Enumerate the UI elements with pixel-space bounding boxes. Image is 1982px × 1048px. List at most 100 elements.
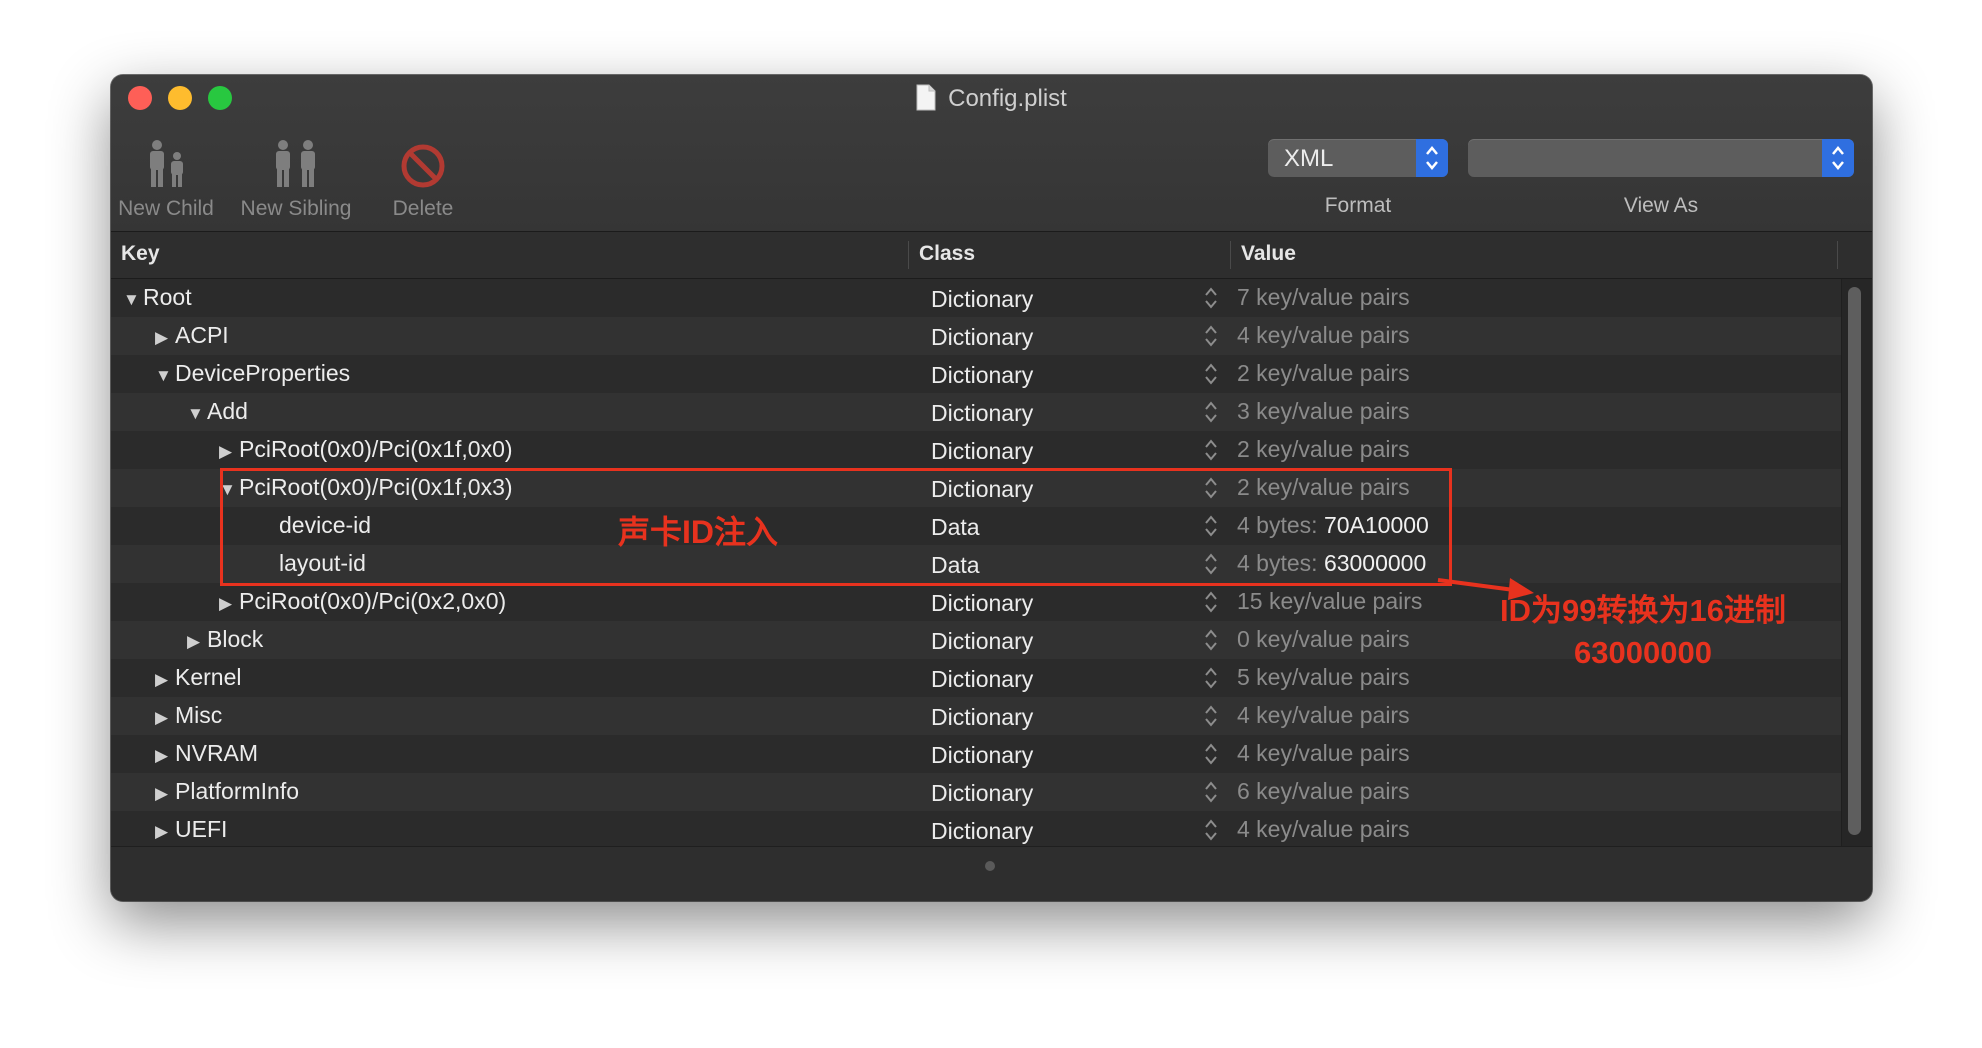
disclosure-triangle-icon[interactable]: ▶ xyxy=(155,746,175,766)
class-stepper-icon[interactable] xyxy=(1204,703,1218,729)
row-value[interactable]: 0 key/value pairs xyxy=(1237,626,1410,653)
view-as-select[interactable] xyxy=(1468,139,1854,177)
delete-button[interactable]: Delete xyxy=(373,127,473,221)
row-key: ▶ PciRoot(0x0)/Pci(0x1f,0x0) xyxy=(219,436,513,462)
table-row[interactable]: ▶ PciRoot(0x0)/Pci(0x1f,0x0) Dictionary 2… xyxy=(111,431,1841,469)
new-sibling-icon xyxy=(276,140,315,187)
vertical-scrollbar-thumb[interactable] xyxy=(1848,287,1861,835)
column-divider[interactable] xyxy=(1230,241,1231,269)
row-key: ▶ PciRoot(0x0)/Pci(0x2,0x0) xyxy=(219,588,507,614)
table-row[interactable]: ▼ DeviceProperties Dictionary 2 key/value… xyxy=(111,355,1841,393)
table-row[interactable]: ▶ Misc Dictionary 4 key/value pairs xyxy=(111,697,1841,735)
annotation-hex-line-1: ID为99转换为16进制 xyxy=(1500,593,1786,628)
row-value[interactable]: 7 key/value pairs xyxy=(1237,284,1410,311)
class-stepper-icon[interactable] xyxy=(1204,589,1218,615)
row-value[interactable]: 2 key/value pairs xyxy=(1237,436,1410,463)
row-key: ▶ UEFI xyxy=(155,816,228,842)
disclosure-triangle-icon[interactable]: ▶ xyxy=(187,632,207,652)
table-row[interactable]: ▼ Root Dictionary 7 key/value pairs xyxy=(111,279,1841,317)
disclosure-triangle-icon[interactable]: ▼ xyxy=(123,290,143,310)
column-divider xyxy=(1837,241,1838,269)
row-value[interactable]: 5 key/value pairs xyxy=(1237,664,1410,691)
new-sibling-label: New Sibling xyxy=(240,197,352,220)
row-class[interactable]: Dictionary xyxy=(931,818,1033,845)
class-stepper-icon[interactable] xyxy=(1204,285,1218,311)
disclosure-triangle-icon[interactable]: ▼ xyxy=(187,404,207,424)
row-value[interactable]: 3 key/value pairs xyxy=(1237,398,1410,425)
row-class[interactable]: Dictionary xyxy=(931,780,1033,807)
up-down-chevron-icon xyxy=(1832,146,1844,170)
class-stepper-icon[interactable] xyxy=(1204,399,1218,425)
disclosure-triangle-icon[interactable]: ▶ xyxy=(155,328,175,348)
row-key: ▶ Block xyxy=(187,626,264,652)
row-class[interactable]: Dictionary xyxy=(931,666,1033,693)
table-row[interactable]: ▶ NVRAM Dictionary 4 key/value pairs xyxy=(111,735,1841,773)
row-value[interactable]: 4 key/value pairs xyxy=(1237,740,1410,767)
titlebar: Config.plist New Child New Sibling Delet… xyxy=(111,75,1872,232)
disclosure-triangle-icon[interactable]: ▶ xyxy=(219,442,239,462)
row-value[interactable]: 4 key/value pairs xyxy=(1237,816,1410,843)
delete-icon xyxy=(401,144,445,188)
table-row[interactable]: ▶ ACPI Dictionary 4 key/value pairs xyxy=(111,317,1841,355)
row-value[interactable]: 4 key/value pairs xyxy=(1237,322,1410,349)
row-class[interactable]: Dictionary xyxy=(931,628,1033,655)
bottom-bar xyxy=(111,846,1872,901)
disclosure-triangle-icon[interactable]: ▼ xyxy=(155,366,175,386)
up-down-chevron-icon xyxy=(1426,146,1438,170)
column-divider[interactable] xyxy=(908,241,909,269)
disclosure-triangle-icon[interactable]: ▶ xyxy=(219,594,239,614)
row-class[interactable]: Dictionary xyxy=(931,590,1033,617)
annotation-hex-conversion: ID为99转换为16进制 63000000 xyxy=(1473,590,1813,674)
row-class[interactable]: Dictionary xyxy=(931,704,1033,731)
window-title-area: Config.plist xyxy=(111,84,1872,114)
class-stepper-icon[interactable] xyxy=(1204,323,1218,349)
row-key: ▼ DeviceProperties xyxy=(155,360,351,386)
row-key: ▶ ACPI xyxy=(155,322,229,348)
table-row[interactable]: ▼ Add Dictionary 3 key/value pairs xyxy=(111,393,1841,431)
new-sibling-button[interactable]: New Sibling xyxy=(231,127,361,221)
row-class[interactable]: Dictionary xyxy=(931,286,1033,313)
disclosure-triangle-icon[interactable]: ▶ xyxy=(155,670,175,690)
row-key: ▶ Misc xyxy=(155,702,223,728)
resize-handle[interactable] xyxy=(985,861,995,871)
row-class[interactable]: Dictionary xyxy=(931,324,1033,351)
format-select[interactable]: XML xyxy=(1268,139,1448,177)
row-key: ▼ Root xyxy=(123,284,192,310)
row-class[interactable]: Dictionary xyxy=(931,742,1033,769)
new-child-label: New Child xyxy=(118,197,214,220)
row-class[interactable]: Dictionary xyxy=(931,362,1033,389)
disclosure-triangle-icon[interactable]: ▶ xyxy=(155,822,175,842)
document-icon xyxy=(916,84,936,111)
format-stepper-arrows xyxy=(1416,139,1448,177)
class-stepper-icon[interactable] xyxy=(1204,437,1218,463)
column-header: Key Class Value xyxy=(111,232,1872,279)
row-key: ▶ Kernel xyxy=(155,664,242,690)
class-stepper-icon[interactable] xyxy=(1204,361,1218,387)
annotation-audio-id-injection: 声卡ID注入 xyxy=(618,514,779,550)
format-caption: Format xyxy=(1324,194,1392,217)
row-key: ▶ NVRAM xyxy=(155,740,259,766)
table-row[interactable]: ▶ UEFI Dictionary 4 key/value pairs xyxy=(111,811,1841,849)
annotation-hex-line-2: 63000000 xyxy=(1574,635,1712,670)
row-class[interactable]: Dictionary xyxy=(931,400,1033,427)
disclosure-triangle-icon[interactable]: ▶ xyxy=(155,784,175,804)
row-value[interactable]: 2 key/value pairs xyxy=(1237,360,1410,387)
row-value[interactable]: 15 key/value pairs xyxy=(1237,588,1422,615)
row-value[interactable]: 4 key/value pairs xyxy=(1237,702,1410,729)
row-value[interactable]: 6 key/value pairs xyxy=(1237,778,1410,805)
class-stepper-icon[interactable] xyxy=(1204,779,1218,805)
column-header-key[interactable]: Key xyxy=(121,242,160,266)
column-header-value[interactable]: Value xyxy=(1241,242,1296,266)
highlight-box xyxy=(220,468,1452,586)
table-row[interactable]: ▶ PlatformInfo Dictionary 6 key/value pai… xyxy=(111,773,1841,811)
class-stepper-icon[interactable] xyxy=(1204,665,1218,691)
row-class[interactable]: Dictionary xyxy=(931,438,1033,465)
class-stepper-icon[interactable] xyxy=(1204,627,1218,653)
column-header-class[interactable]: Class xyxy=(919,242,975,266)
class-stepper-icon[interactable] xyxy=(1204,741,1218,767)
window-title: Config.plist xyxy=(948,85,1067,112)
class-stepper-icon[interactable] xyxy=(1204,817,1218,843)
new-child-icon xyxy=(150,140,183,187)
disclosure-triangle-icon[interactable]: ▶ xyxy=(155,708,175,728)
new-child-button[interactable]: New Child xyxy=(111,127,221,221)
